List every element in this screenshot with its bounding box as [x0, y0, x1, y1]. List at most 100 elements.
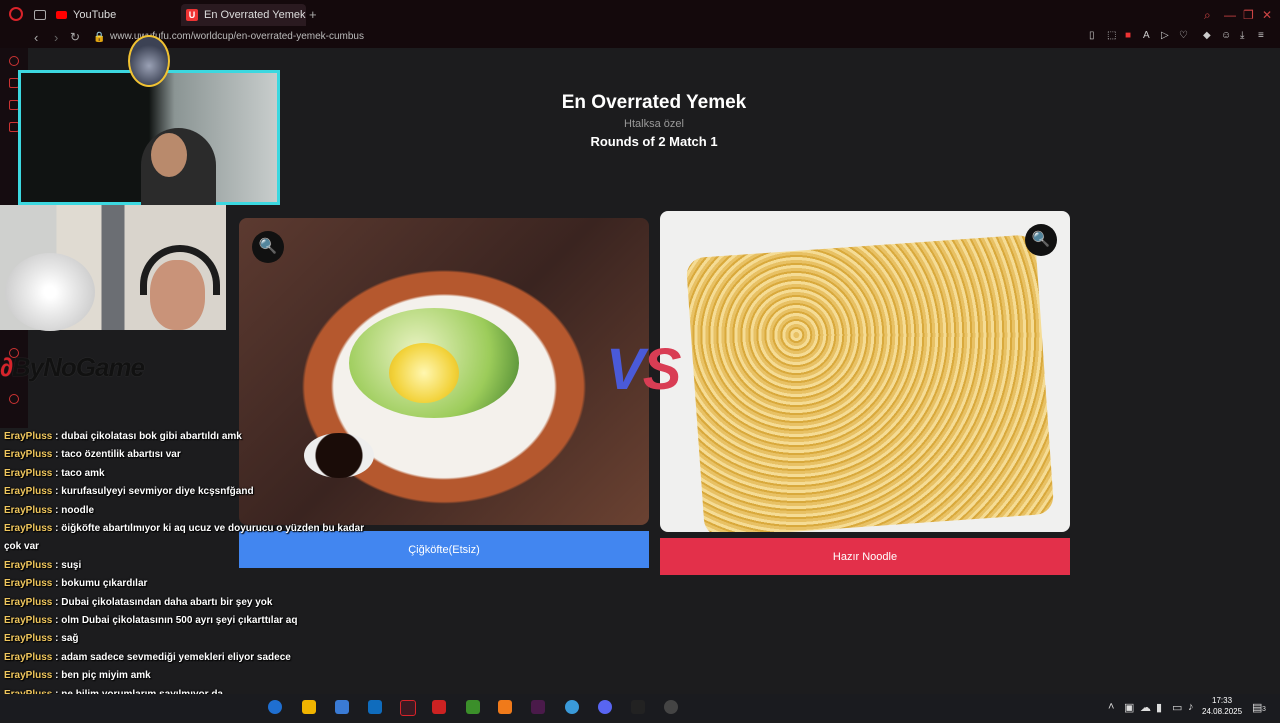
edge-icon[interactable] [268, 700, 282, 714]
vs-badge: VS [606, 336, 682, 403]
heart-icon[interactable]: ♡ [1179, 31, 1189, 41]
clock-date: 24.08.2025 [1202, 707, 1243, 716]
notification-icon[interactable]: ▤ [1252, 701, 1262, 714]
chat-message: ErayPluss : dubai çikolatası bok gibi ab… [4, 428, 384, 446]
obs-icon[interactable] [432, 700, 446, 714]
chat-username: ErayPluss [4, 633, 53, 645]
search-tabs-icon[interactable]: ⌕ [1204, 8, 1211, 23]
chat-username: ErayPluss [4, 504, 53, 516]
tray-chevron-icon[interactable]: ˄ [1108, 701, 1114, 713]
app-v-icon[interactable] [531, 700, 545, 714]
sidebar-settings-icon[interactable] [9, 394, 19, 404]
zoom-right-icon[interactable]: 🔍 [1025, 224, 1057, 256]
tray-mic-icon[interactable]: ▮ [1156, 701, 1162, 714]
extensions-icon[interactable]: ◆ [1203, 31, 1213, 41]
close-icon[interactable]: ✕ [1262, 8, 1272, 22]
chat-separator: : [52, 651, 62, 663]
fan-shape [5, 253, 95, 331]
profile-icon[interactable]: ☺ [1221, 31, 1231, 41]
noodle-block-shape [685, 234, 1055, 532]
new-tab-button[interactable]: + [309, 4, 317, 26]
back-icon[interactable]: ‹ [34, 30, 38, 45]
app-a-icon[interactable] [498, 700, 512, 714]
sponsor-mark-icon: ∂ [0, 352, 13, 382]
chat-separator: : [52, 578, 62, 590]
snapshot-icon[interactable]: ⬚ [1107, 31, 1117, 41]
notification-count: 3 [1262, 706, 1266, 713]
lemon-shape [389, 343, 459, 403]
minecraft-icon[interactable] [466, 700, 480, 714]
chat-username: ErayPluss [4, 486, 53, 498]
store-icon[interactable] [335, 700, 349, 714]
chat-message: ErayPluss : Dubai çikolatasından daha ab… [4, 594, 384, 612]
app-x-icon[interactable] [631, 700, 645, 714]
chat-text: kurufasulyeyi sevmiyor diye kcşsnfğand [61, 486, 254, 498]
chat-message: ErayPluss : ben piç miyim amk [4, 667, 384, 685]
chat-message: ErayPluss : taco özentilik abartısı var [4, 446, 384, 464]
tab-uwufufu-label: En Overrated Yemek | Uw [204, 9, 306, 21]
opera-taskbar-icon[interactable] [400, 700, 416, 716]
discord-icon[interactable] [598, 700, 612, 714]
sidebar-home-icon[interactable] [9, 56, 19, 66]
restore-icon[interactable]: ❐ [1243, 8, 1254, 22]
chat-message: ErayPluss : olm Dubai çikolatasının 500 … [4, 612, 384, 630]
right-choice-image[interactable]: 🔍 [660, 211, 1070, 532]
chat-separator: : [52, 431, 62, 442]
chat-text: sağ [61, 633, 79, 645]
chat-text: taco özentilik abartısı var [61, 449, 181, 461]
youtube-icon [56, 11, 67, 20]
chat-message: ErayPluss : kurufasulyeyi sevmiyor diye … [4, 483, 384, 501]
opera-logo-icon[interactable] [9, 7, 23, 21]
windows-taskbar: ˄ ▣ ☁ ▮ ▭ ♪ 17:33 24.08.2025 ▤ 3 [0, 694, 1280, 720]
reload-icon[interactable]: ↻ [70, 30, 80, 44]
tab-youtube[interactable]: YouTube [56, 4, 176, 26]
tray-volume-icon[interactable]: ♪ [1188, 701, 1194, 713]
tab-uwufufu[interactable]: U En Overrated Yemek | Uw [181, 4, 306, 26]
pin-icon[interactable]: ▯ [1089, 31, 1099, 41]
translate-icon[interactable]: A [1143, 31, 1153, 41]
chat-message: ErayPluss : öiğköfte abartılmıyor ki aq … [4, 520, 384, 557]
chat-username: ErayPluss [4, 467, 53, 479]
tray-cloud-icon[interactable]: ☁ [1140, 701, 1151, 714]
streamer-webcam [18, 70, 280, 205]
forward-icon[interactable]: › [54, 30, 58, 45]
chat-text: taco amk [61, 467, 105, 479]
chat-separator: : [52, 615, 62, 627]
headphones-shape [140, 245, 220, 295]
clock-time: 17:33 [1212, 696, 1233, 705]
adblock-icon[interactable]: ■ [1125, 31, 1135, 41]
sponsor-name: ByNoGame [11, 352, 145, 382]
chat-text: ben piç miyim amk [61, 670, 151, 682]
chat-separator: : [52, 596, 62, 608]
guest-webcam [0, 205, 226, 331]
lock-icon: 🔒 [93, 32, 106, 43]
player-icon[interactable]: ▷ [1161, 31, 1171, 41]
tab-youtube-label: YouTube [73, 9, 117, 21]
app-circle-icon[interactable] [664, 700, 678, 714]
chat-separator: : [52, 670, 62, 682]
zoom-left-icon[interactable]: 🔍 [252, 231, 284, 263]
file-explorer-icon[interactable] [302, 700, 316, 714]
vs-letter-s: S [642, 337, 682, 402]
download-icon[interactable]: ⤓ [1240, 31, 1250, 41]
system-clock[interactable]: 17:33 24.08.2025 [1202, 695, 1242, 717]
king-avatar-icon [128, 35, 170, 87]
chat-text: bokumu çıkardılar [61, 578, 148, 590]
chat-text: olm Dubai çikolatasının 500 ayrı şeyi çı… [61, 615, 298, 627]
globe-icon[interactable] [565, 700, 579, 714]
chat-text: adam sadece sevmediği yemekleri eliyor s… [61, 651, 291, 663]
chat-username: ErayPluss [4, 670, 53, 682]
outlook-icon[interactable] [368, 700, 382, 714]
workspaces-icon[interactable] [34, 10, 46, 20]
chat-text: Dubai çikolatasından daha abartı bir şey… [61, 596, 273, 608]
minimize-icon[interactable]: — [1224, 8, 1236, 22]
menu-icon[interactable]: ≡ [1258, 31, 1268, 41]
right-choice-button[interactable]: Hazır Noodle [660, 538, 1070, 575]
tray-network-icon[interactable]: ▭ [1172, 701, 1182, 714]
tray-app-icon[interactable]: ▣ [1124, 701, 1134, 714]
chat-message: ErayPluss : adam sadece sevmediği yemekl… [4, 649, 384, 667]
address-bar: ‹ › ↻ 🔒 www.uwufufu.com/worldcup/en-over… [0, 28, 1280, 48]
chat-overlay: ErayPluss : dubai çikolatası bok gibi ab… [4, 428, 384, 723]
chat-separator: : [52, 523, 62, 535]
chat-message: ErayPluss : noodle [4, 502, 384, 520]
